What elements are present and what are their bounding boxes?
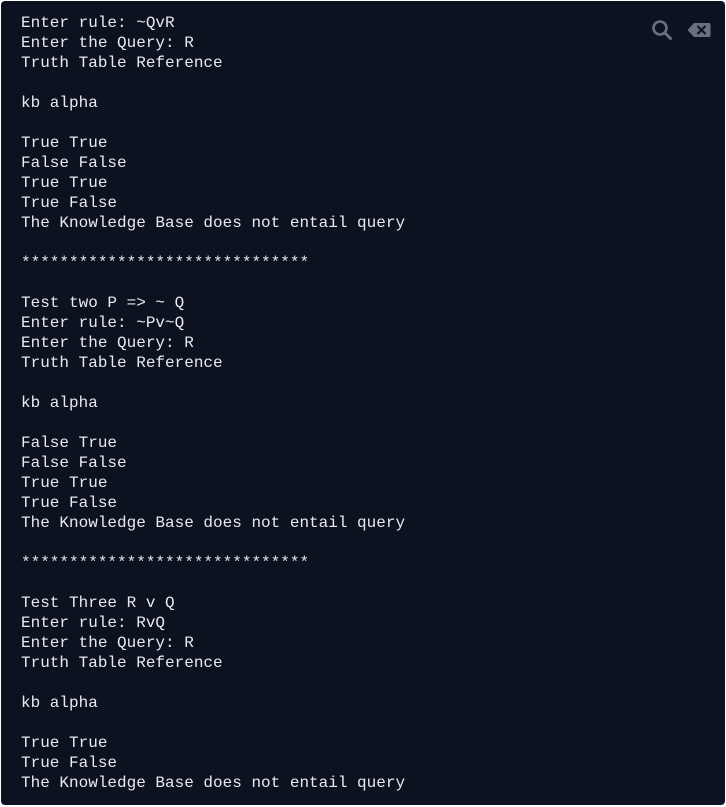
output-line: Truth Table Reference xyxy=(21,654,223,672)
output-line: kb alpha xyxy=(21,94,98,112)
output-line: The Knowledge Base does not entail query xyxy=(21,774,406,792)
output-line: Truth Table Reference xyxy=(21,354,223,372)
output-line: Enter the Query: R xyxy=(21,634,194,652)
output-line: True False xyxy=(21,754,118,772)
output-line: Enter rule: RvQ xyxy=(21,614,166,632)
output-line: ****************************** xyxy=(21,254,310,272)
output-line: kb alpha xyxy=(21,694,98,712)
output-line: True False xyxy=(21,194,118,212)
output-line: True True xyxy=(21,734,108,752)
output-line: Test Three R v Q xyxy=(21,594,175,612)
console-output-panel: Enter rule: ~QvR Enter the Query: R Truth … xyxy=(1,1,725,805)
output-line: Enter rule: ~Pv~Q xyxy=(21,314,185,332)
output-line: Enter the Query: R xyxy=(21,334,194,352)
output-line: Enter the Query: R xyxy=(21,34,194,52)
clear-icon[interactable] xyxy=(687,22,711,38)
output-line: True False xyxy=(21,494,118,512)
search-icon[interactable] xyxy=(651,19,673,41)
output-line: False True xyxy=(21,434,118,452)
output-line: ****************************** xyxy=(21,554,310,572)
output-line: Enter rule: ~QvR xyxy=(21,14,175,32)
output-line: True True xyxy=(21,174,108,192)
output-line: The Knowledge Base does not entail query xyxy=(21,214,406,232)
output-line: kb alpha xyxy=(21,394,98,412)
output-line: True True xyxy=(21,474,108,492)
output-line: True True xyxy=(21,134,108,152)
output-line: The Knowledge Base does not entail query xyxy=(21,514,406,532)
terminal-output-text: Enter rule: ~QvR Enter the Query: R Truth … xyxy=(21,13,405,793)
output-line: Test two P => ~ Q xyxy=(21,294,185,312)
output-line: False False xyxy=(21,154,127,172)
console-toolbar xyxy=(651,19,711,41)
output-line: False False xyxy=(21,454,127,472)
output-line: Truth Table Reference xyxy=(21,54,223,72)
